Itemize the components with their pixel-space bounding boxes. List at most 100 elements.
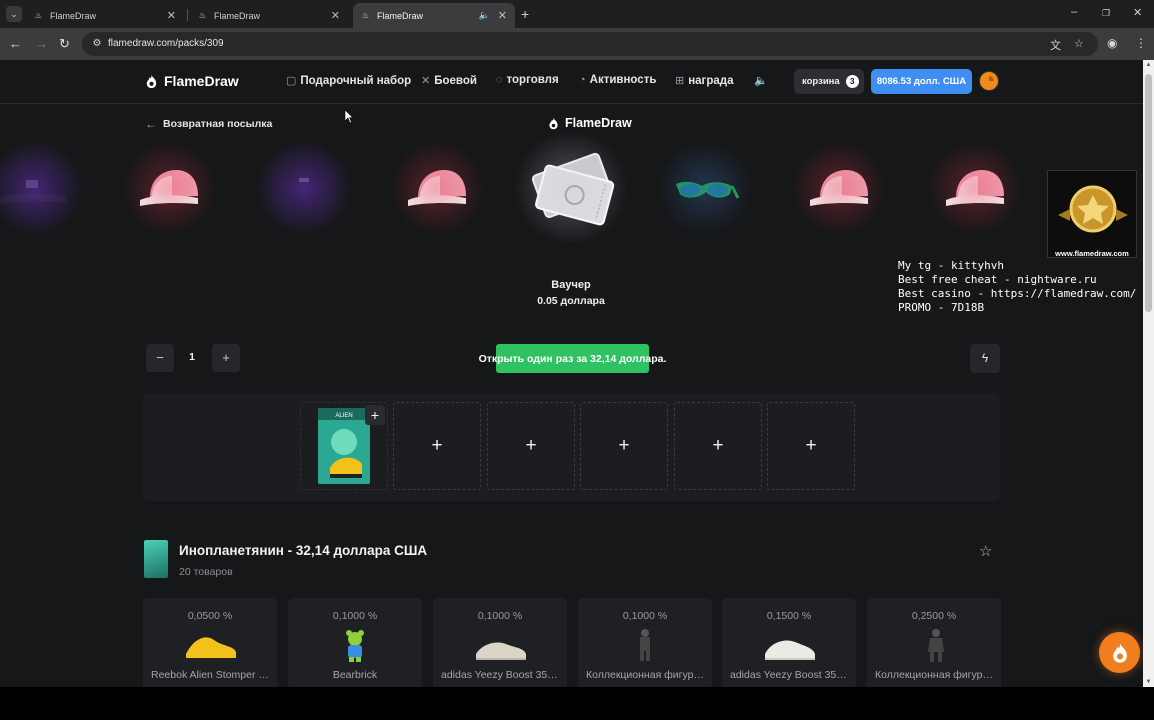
reel-item-black-cap xyxy=(0,138,90,238)
browser-tab[interactable]: ♨ FlameDraw ✕ xyxy=(26,3,184,28)
bear-figure-icon xyxy=(346,630,364,662)
gift-box-icon: ▢ xyxy=(286,75,297,87)
item-card[interactable]: 0,0500 % Reebok Alien Stomper Final Batt… xyxy=(143,598,277,687)
item-card[interactable]: 0,1000 % Коллекционная фигурка xyxy=(578,598,712,687)
flame-icon: ♨ xyxy=(34,11,43,20)
close-icon[interactable]: ✕ xyxy=(167,9,176,22)
site-logo[interactable]: FlameDraw xyxy=(144,73,239,89)
item-chance: 0,1000 % xyxy=(622,610,668,622)
bottom-black-bar xyxy=(0,687,1154,720)
menu-dots-icon[interactable]: ⋮ xyxy=(1135,36,1147,50)
item-chance: 0,1000 % xyxy=(332,610,378,622)
pack-slot-empty[interactable]: + xyxy=(674,402,762,490)
balance-button[interactable]: 8086.53 долл. США xyxy=(871,69,972,94)
item-card[interactable]: 0,1000 % Bearbrick xyxy=(288,598,422,687)
alien-pack-image: ALIEN xyxy=(318,408,370,484)
profile-icon[interactable]: ◉ xyxy=(1107,36,1117,50)
increase-quantity-button[interactable]: + xyxy=(212,344,240,372)
star-icon[interactable]: ☆ xyxy=(979,542,992,560)
forward-arrow-icon[interactable]: → xyxy=(35,36,48,52)
scroll-up-arrow-icon[interactable]: ▲ xyxy=(1145,62,1152,68)
back-link[interactable]: ← Возвратная посылка xyxy=(145,117,272,131)
reel-item-voucher xyxy=(511,133,631,243)
ad-banner[interactable] xyxy=(1047,170,1137,258)
speaker-icon[interactable]: 🔈 xyxy=(479,10,490,21)
pack-slot-filled[interactable]: ALIEN + xyxy=(300,402,388,490)
scroll-down-arrow-icon[interactable]: ▼ xyxy=(1145,679,1152,685)
page-scrollbar[interactable]: ▲ ▼ xyxy=(1143,60,1154,687)
item-name: Коллекционная фигурка xyxy=(586,669,704,681)
nav-item-trade[interactable]: ◌ торговля xyxy=(496,74,559,86)
translate-icon[interactable]: 文 xyxy=(1050,37,1061,53)
quantity-value: 1 xyxy=(189,351,195,363)
chevron-down-icon[interactable]: ⌄ xyxy=(6,6,22,22)
gift-icon: ⊞ xyxy=(675,75,685,87)
star-icon[interactable]: ☆ xyxy=(1074,37,1084,50)
cart-button[interactable]: корзина 3 xyxy=(794,69,864,94)
speaker-icon: 🔈 xyxy=(754,75,768,87)
sound-toggle[interactable]: 🔈 xyxy=(754,74,772,87)
flamedraw-logo-icon xyxy=(1112,642,1127,663)
tab-title: FlameDraw xyxy=(214,10,261,21)
nav-item-activity[interactable]: ◔ Активность xyxy=(579,74,656,86)
scrollbar-thumb[interactable] xyxy=(1145,74,1152,312)
avatar[interactable] xyxy=(979,71,999,91)
figurine-icon xyxy=(640,629,650,661)
back-arrow-icon[interactable]: ← xyxy=(9,36,22,52)
minimize-button[interactable]: – xyxy=(1071,6,1077,18)
flamedraw-logo-icon xyxy=(144,74,159,89)
nav-item-rewards[interactable]: ⊞ награда xyxy=(675,74,733,88)
item-chance: 0,1000 % xyxy=(477,610,523,622)
item-chance: 0,1500 % xyxy=(766,610,812,622)
close-window-button[interactable]: ✕ xyxy=(1133,6,1142,19)
reel-item-pink-cap xyxy=(920,138,1030,238)
decrease-quantity-button[interactable]: − xyxy=(146,344,174,372)
nav-label: Боевой xyxy=(434,74,477,87)
pack-item-count: 20 товаров xyxy=(179,566,233,578)
pack-slot-empty[interactable]: + xyxy=(487,402,575,490)
item-name: Bearbrick xyxy=(332,669,378,681)
pack-slot-empty[interactable]: + xyxy=(767,402,855,490)
url-text[interactable]: flamedraw.com/packs/309 xyxy=(108,38,224,49)
sneaker-icon xyxy=(186,637,236,661)
browser-toolbar: ← → ↻ ⚙ flamedraw.com/packs/309 文 ☆ ◉ ⋮ xyxy=(0,28,1154,60)
mouse-cursor-icon xyxy=(345,110,353,124)
page-logo: FlameDraw xyxy=(547,116,632,130)
new-tab-button[interactable]: + xyxy=(521,6,529,22)
reel-item-black-tshirt xyxy=(249,138,359,238)
open-pack-button[interactable]: Открыть один раз за 32,14 доллара. xyxy=(479,344,666,373)
nav-item-battle[interactable]: ✕ Боевой xyxy=(421,74,477,88)
item-chance: 0,2500 % xyxy=(911,610,957,622)
site-info-icon[interactable]: ⚙ xyxy=(90,37,104,51)
close-icon[interactable]: ✕ xyxy=(498,9,507,22)
browser-tab[interactable]: ♨ FlameDraw ✕ xyxy=(190,3,348,28)
address-bar[interactable]: ⚙ flamedraw.com/packs/309 文 ☆ xyxy=(82,32,1098,56)
reel-item-pink-cap xyxy=(114,138,224,238)
item-card[interactable]: 0,1500 % adidas Yeezy Boost 350 V2 xyxy=(722,598,856,687)
reel-item-pink-cap xyxy=(784,138,894,238)
item-card[interactable]: 0,2500 % Коллекционная фигурка xyxy=(867,598,1001,687)
refresh-icon: ◌ xyxy=(496,74,503,86)
cart-label: корзина xyxy=(802,76,840,87)
reel-item-name: Ваучер xyxy=(551,279,591,291)
restore-button[interactable]: ❐ xyxy=(1102,8,1110,19)
support-chat-button[interactable] xyxy=(1099,632,1140,673)
close-icon[interactable]: ✕ xyxy=(331,9,340,22)
page-logo-text: FlameDraw xyxy=(565,116,632,130)
reload-icon[interactable]: ↻ xyxy=(59,36,70,52)
item-name: adidas Yeezy Boost 350 V2 xyxy=(441,669,559,681)
item-name: adidas Yeezy Boost 350 V2 xyxy=(730,669,848,681)
back-arrow-icon: ← xyxy=(145,117,157,131)
back-link-label: Возвратная посылка xyxy=(163,118,273,130)
browser-tab-active[interactable]: ♨ FlameDraw 🔈 ✕ xyxy=(353,3,515,28)
figurine-icon xyxy=(928,629,944,662)
add-pack-button[interactable]: + xyxy=(365,405,385,425)
nav-label: Активность xyxy=(589,74,657,86)
pack-slot-empty[interactable]: + xyxy=(580,402,668,490)
item-chance: 0,0500 % xyxy=(187,610,233,622)
ad-site-text: www.flamedraw.com xyxy=(1055,249,1129,258)
nav-item-gift-set[interactable]: ▢ Подарочный набор xyxy=(286,74,411,88)
item-card[interactable]: 0,1000 % adidas Yeezy Boost 350 V2 xyxy=(433,598,567,687)
pack-slot-empty[interactable]: + xyxy=(393,402,481,490)
lightning-icon[interactable]: ϟ xyxy=(970,344,1000,373)
